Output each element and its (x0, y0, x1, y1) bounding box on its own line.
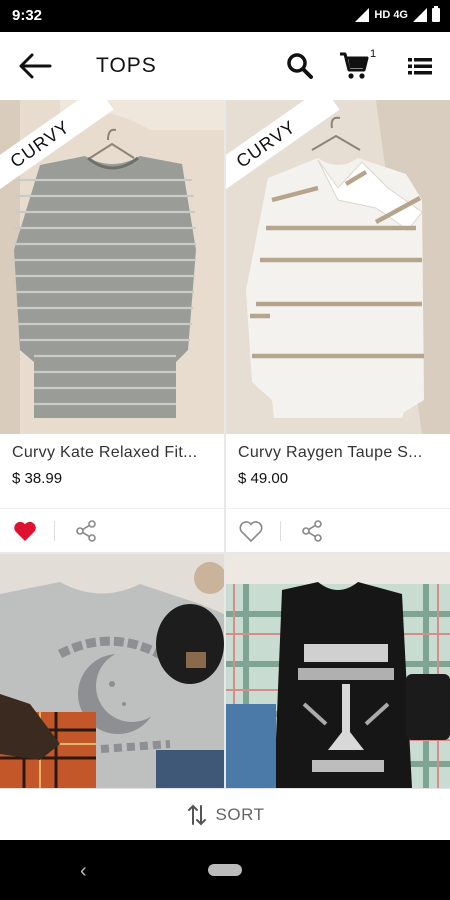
sort-button[interactable]: SORT (0, 788, 450, 840)
product-price: $ 49.00 (238, 470, 289, 487)
product-price: $ 38.99 (12, 470, 63, 487)
nav-back-icon[interactable]: ‹ (80, 860, 87, 883)
share-button[interactable] (300, 519, 324, 543)
heart-outline-icon (239, 521, 263, 543)
product-card[interactable]: CURVY Curvy Kate Relaxed Fit... $ 38.99 (0, 100, 224, 552)
cart-icon (340, 52, 369, 79)
action-divider (54, 521, 55, 541)
cell-signal-icon (413, 8, 427, 22)
product-info[interactable]: Curvy Raygen Taupe S... $ 49.00 (226, 434, 450, 508)
share-icon (76, 520, 96, 542)
list-view-button[interactable] (406, 54, 434, 78)
heart-filled-icon (14, 521, 36, 541)
back-button[interactable] (14, 50, 54, 82)
product-grid: CURVY Curvy Kate Relaxed Fit... $ 38.99 (0, 100, 450, 788)
signal-icon (355, 8, 370, 22)
status-time: 9:32 (12, 7, 43, 24)
product-card[interactable] (0, 554, 224, 788)
nav-home-pill[interactable] (208, 864, 242, 876)
product-card[interactable]: CURVY Curvy Raygen Taupe S... $ 49.00 (226, 100, 450, 552)
product-image[interactable]: CURVY (226, 100, 450, 434)
product-info[interactable]: Curvy Kate Relaxed Fit... $ 38.99 (0, 434, 224, 508)
favorite-button[interactable] (238, 519, 264, 543)
page-title: TOPS (96, 54, 157, 77)
system-nav-bar: ‹ (0, 840, 450, 900)
share-icon (302, 520, 322, 542)
back-arrow-icon (19, 53, 52, 79)
list-icon (408, 58, 432, 75)
product-image[interactable]: CURVY (0, 100, 224, 434)
favorite-button[interactable] (12, 519, 38, 543)
product-name[interactable]: Curvy Raygen Taupe S... (238, 444, 438, 462)
product-name[interactable]: Curvy Kate Relaxed Fit... (12, 444, 212, 462)
battery-icon (432, 6, 440, 22)
status-bar: 9:32 HD 4G (0, 0, 450, 32)
cart-count-badge: 1 (370, 48, 377, 60)
product-image[interactable] (226, 554, 450, 788)
search-icon (287, 53, 313, 79)
cart-button[interactable]: 1 (338, 48, 378, 82)
product-actions (226, 508, 450, 552)
action-divider (280, 521, 281, 541)
network-label: HD 4G (374, 9, 408, 21)
search-button[interactable] (286, 52, 314, 80)
status-icons: HD 4G (355, 6, 440, 22)
product-card[interactable] (226, 554, 450, 788)
product-actions (0, 508, 224, 552)
share-button[interactable] (74, 519, 98, 543)
sort-label: SORT (215, 804, 265, 824)
sort-icon (187, 804, 206, 825)
product-image[interactable] (0, 554, 224, 788)
app-bar: TOPS 1 (0, 32, 450, 100)
